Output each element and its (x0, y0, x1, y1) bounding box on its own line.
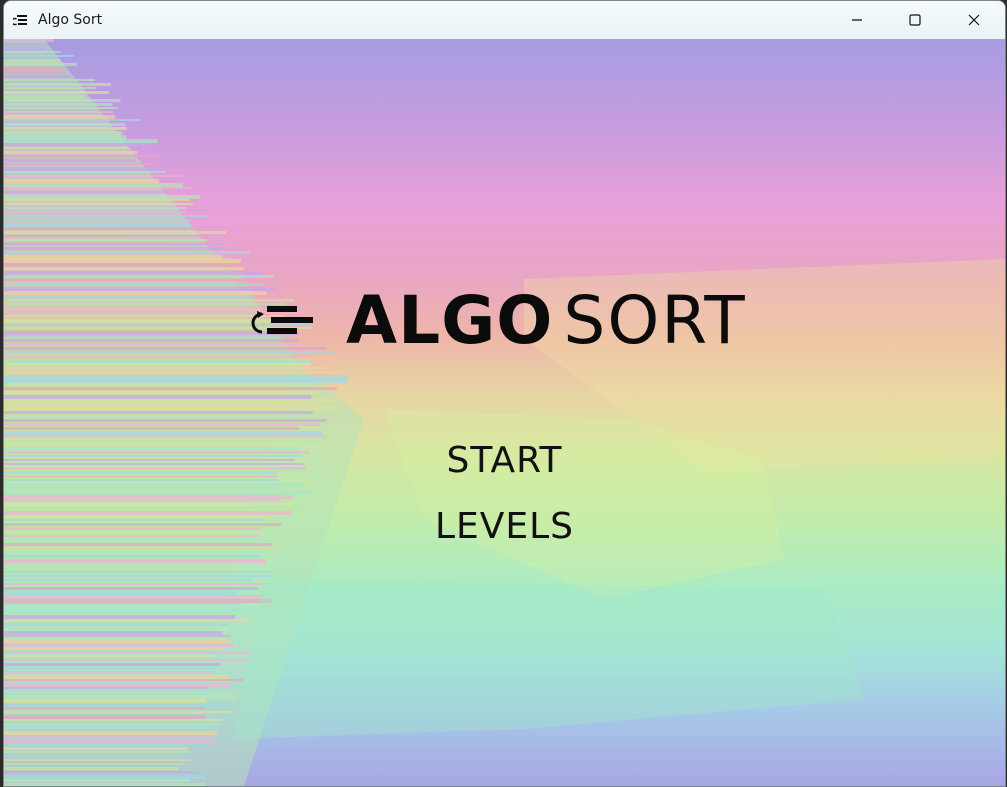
window-title: Algo Sort (38, 12, 103, 28)
maximize-button[interactable] (886, 1, 944, 39)
background-art (4, 39, 1005, 786)
maximize-icon (909, 11, 921, 30)
minimize-icon (851, 11, 863, 30)
title-bar[interactable]: Algo Sort (4, 1, 1005, 39)
algo-sort-icon (11, 12, 29, 28)
sort-lines-icon (250, 299, 316, 343)
logo-word-sort: SORT (563, 282, 747, 359)
algo-sort-logo: ALGO SORT (250, 282, 747, 359)
minimize-button[interactable] (828, 1, 886, 39)
close-button[interactable] (945, 1, 1003, 39)
start-button[interactable]: START (446, 435, 562, 501)
levels-button[interactable]: LEVELS (435, 501, 574, 567)
app-window: Algo Sort ALGO SORT START LEVELS (3, 0, 1006, 787)
logo-word-algo: ALGO (346, 282, 554, 359)
main-menu: START LEVELS (4, 435, 1005, 567)
main-menu-screen: ALGO SORT START LEVELS (4, 39, 1005, 786)
close-icon (968, 11, 980, 30)
